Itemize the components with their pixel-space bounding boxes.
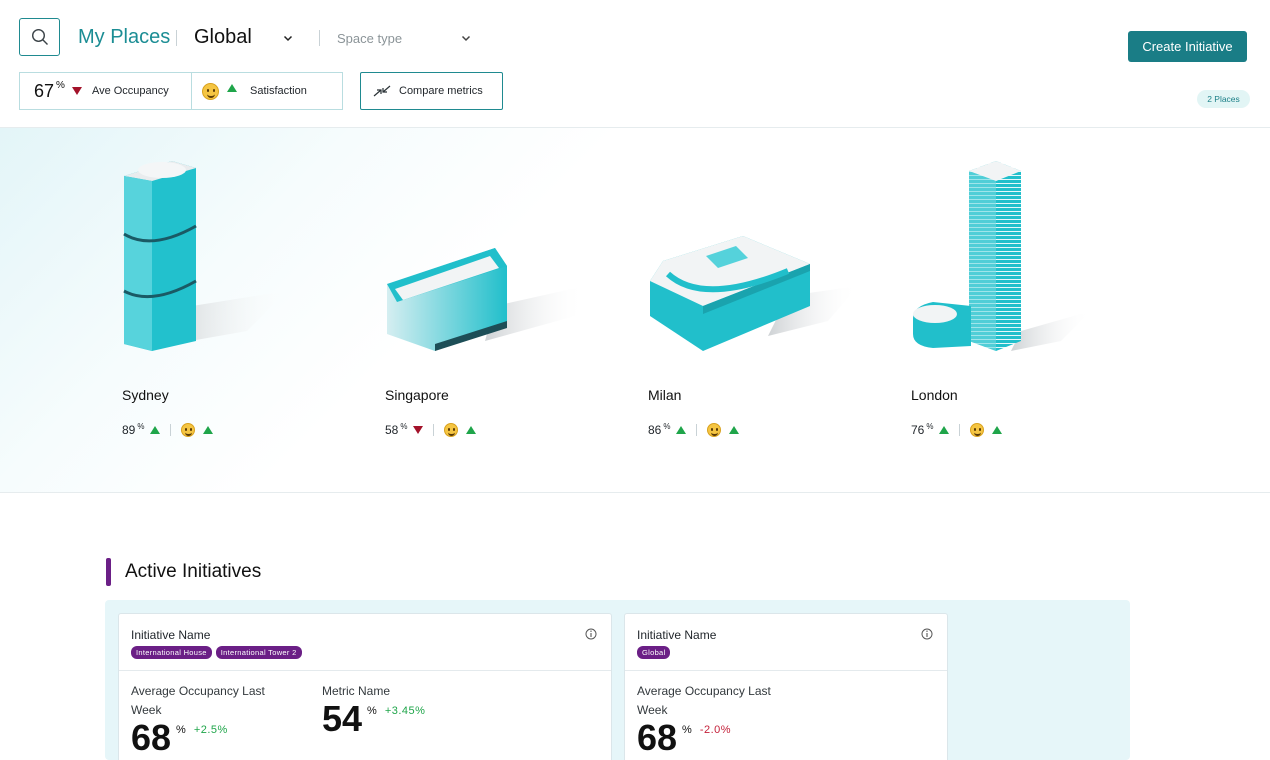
occupancy-value: 89 — [122, 423, 136, 437]
place-tag: International House — [131, 646, 212, 659]
divider — [696, 424, 698, 436]
trend-up-icon — [992, 426, 1003, 434]
place-card-sydney[interactable]: Sydney 89 % — [122, 128, 352, 468]
compare-arrows-icon — [373, 85, 391, 97]
metric-value-row: 68 % +2.5% — [131, 720, 296, 756]
summary-metrics: 67 % Ave Occupancy Satisfaction — [19, 72, 343, 110]
metric-value: 68 — [131, 717, 172, 758]
occupancy-value: 76 — [911, 423, 925, 437]
occupancy-label: Ave Occupancy — [91, 85, 169, 97]
initiative-card[interactable]: Initiative Name Global Average Occupancy… — [624, 613, 948, 760]
milan-building-illustration — [650, 236, 858, 351]
trend-up-icon — [729, 426, 740, 434]
place-name: Singapore — [385, 387, 449, 403]
metric-delta: +2.5% — [193, 724, 228, 736]
divider — [176, 30, 177, 46]
place-card-singapore[interactable]: Singapore 58 % — [385, 128, 615, 468]
metric-unit: % — [682, 724, 692, 736]
metric-delta: -2.0% — [699, 724, 732, 736]
occupancy-value: 67 — [34, 80, 55, 101]
percent-sign: % — [400, 421, 408, 431]
metric-value: 68 — [637, 717, 678, 758]
smiley-face-icon — [707, 423, 722, 437]
region-select[interactable]: Global — [194, 26, 252, 49]
trend-down-icon — [71, 87, 82, 95]
divider — [170, 424, 172, 436]
places-gallery: Sydney 89 % Singapore 58 % Milan 86 % Lo… — [0, 128, 1270, 493]
initiative-metric: Average Occupancy Last Week 68 % +2.5% — [131, 682, 296, 756]
percent-sign: % — [137, 421, 145, 431]
place-stats: 76 % — [911, 421, 1003, 437]
trend-up-icon — [939, 426, 950, 434]
smiley-face-icon — [202, 82, 219, 100]
header-bar: My Places Global Space type Create Initi… — [0, 0, 1270, 128]
active-initiatives-heading: Active Initiatives — [106, 558, 261, 586]
trend-up-icon — [676, 426, 687, 434]
place-tag: Global — [637, 646, 671, 659]
smiley-face-icon — [181, 423, 196, 437]
place-name: Milan — [648, 387, 682, 403]
divider — [433, 424, 435, 436]
initiative-name: Initiative Name — [637, 628, 717, 642]
create-initiative-button[interactable]: Create Initiative — [1128, 31, 1247, 62]
chevron-down-icon[interactable] — [282, 32, 294, 44]
place-name: London — [911, 387, 958, 403]
metric-unit: % — [176, 724, 186, 736]
info-icon[interactable] — [585, 628, 597, 640]
initiative-card[interactable]: Initiative Name International House Inte… — [118, 613, 612, 760]
metric-value-row: 54 % +3.45% — [322, 701, 487, 737]
satisfaction-summary[interactable]: Satisfaction — [192, 73, 342, 109]
compare-metrics-button[interactable]: Compare metrics — [360, 72, 503, 110]
place-stats: 58 % — [385, 421, 477, 437]
occupancy-value: 86 — [648, 423, 662, 437]
satisfaction-label: Satisfaction — [250, 85, 307, 97]
metric-delta: +3.45% — [384, 705, 426, 717]
chevron-down-icon[interactable] — [460, 32, 472, 44]
search-icon — [31, 28, 48, 45]
compare-metrics-label: Compare metrics — [399, 85, 483, 97]
smiley-face-icon — [444, 423, 459, 437]
divider — [319, 30, 320, 46]
place-tag: International Tower 2 — [215, 646, 302, 659]
sydney-building-illustration — [123, 161, 287, 351]
trend-down-icon — [413, 426, 424, 434]
initiative-tags: International House International Tower … — [131, 646, 302, 659]
info-icon[interactable] — [921, 628, 933, 640]
percent-sign: % — [56, 79, 65, 91]
initiative-name: Initiative Name — [131, 628, 211, 642]
place-card-milan[interactable]: Milan 86 % — [648, 128, 878, 468]
percent-sign: % — [663, 421, 671, 431]
page-title[interactable]: My Places — [78, 26, 170, 49]
occupancy-summary[interactable]: 67 % Ave Occupancy — [20, 73, 192, 109]
divider — [959, 424, 961, 436]
search-button[interactable] — [19, 18, 60, 56]
trend-up-icon — [203, 426, 214, 434]
place-card-london[interactable]: London 76 % — [911, 128, 1141, 468]
section-title: Active Initiatives — [125, 561, 262, 582]
trend-up-icon — [466, 426, 477, 434]
places-count-badge: 2 Places — [1197, 90, 1250, 108]
metric-label: Average Occupancy Last Week — [637, 684, 771, 717]
metric-value-row: 68 % -2.0% — [637, 720, 802, 756]
initiative-metric: Metric Name 54 % +3.45% — [322, 682, 487, 737]
metric-unit: % — [367, 705, 377, 717]
trend-up-icon — [150, 426, 161, 434]
london-building-illustration — [913, 161, 1091, 351]
percent-sign: % — [926, 421, 934, 431]
place-stats: 86 % — [648, 421, 740, 437]
initiative-card-header: Initiative Name International House Inte… — [119, 614, 611, 671]
initiative-tags: Global — [637, 646, 671, 659]
smiley-face-icon — [970, 423, 985, 437]
occupancy-value: 58 — [385, 423, 399, 437]
initiative-card-header: Initiative Name Global — [625, 614, 947, 671]
singapore-building-illustration — [387, 248, 585, 351]
heading-accent-bar — [106, 558, 111, 586]
place-name: Sydney — [122, 387, 169, 403]
space-type-select[interactable]: Space type — [337, 31, 402, 46]
place-stats: 89 % — [122, 421, 214, 437]
trend-up-icon — [227, 84, 237, 92]
metric-value: 54 — [322, 698, 363, 739]
initiative-metric: Average Occupancy Last Week 68 % -2.0% — [637, 682, 802, 756]
metric-label: Average Occupancy Last Week — [131, 684, 265, 717]
